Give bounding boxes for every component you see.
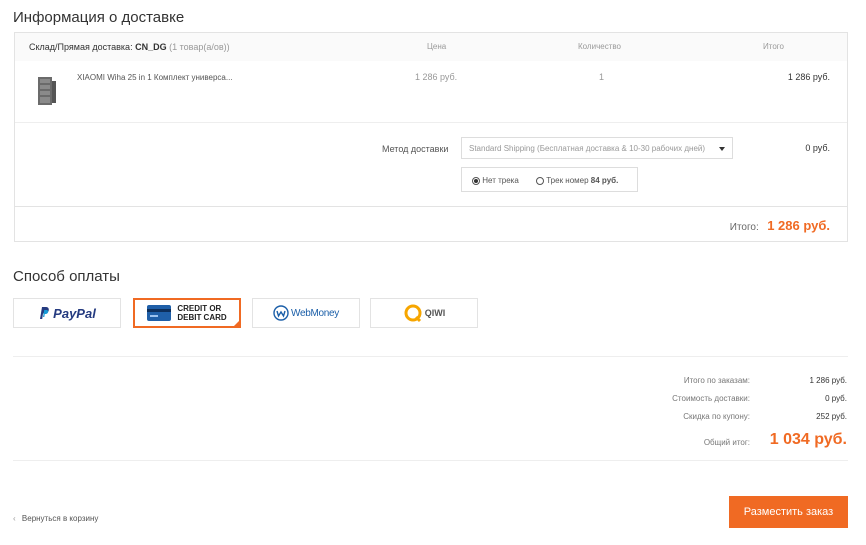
divider <box>15 122 847 123</box>
shipping-method-value: Standard Shipping (Бесплатная доставка &… <box>469 144 706 153</box>
qiwi-label: QIWI <box>424 308 446 318</box>
card-label-line1: CREDIT OR <box>177 304 222 313</box>
paypal-label: PayPal <box>53 305 96 321</box>
column-total: Итого <box>763 42 784 51</box>
delivery-panel: Склад/Прямая доставка: CN_DG (1 товар(а/… <box>14 32 848 242</box>
payment-paypal-button[interactable]: PayPal <box>13 298 121 328</box>
webmoney-label: WebMoney <box>291 307 339 319</box>
delivery-subtotal-label: Итого: <box>729 222 759 233</box>
paypal-icon <box>40 307 49 319</box>
orders-total-value: 1 286 руб. <box>809 376 848 385</box>
grand-total-value: 1 034 руб. <box>769 431 847 448</box>
product-thumbnail[interactable] <box>36 75 58 107</box>
product-quantity: 1 <box>599 72 605 82</box>
coupon-discount-value: 252 руб. <box>816 412 847 421</box>
radio-unselected-icon <box>536 176 544 185</box>
track-option-number-price: 84 руб. <box>590 176 619 185</box>
track-option-none[interactable]: Нет трека <box>472 176 519 185</box>
warehouse-code: CN_DG <box>135 42 167 52</box>
credit-card-icon <box>147 305 172 321</box>
track-option-none-label: Нет трека <box>482 176 519 185</box>
back-to-cart-label: Вернуться в корзину <box>21 514 99 523</box>
shipping-cost-value: 0 руб. <box>825 394 847 403</box>
payment-qiwi-button[interactable]: QIWI <box>370 298 478 328</box>
product-name[interactable]: XIAOMI Wiha 25 in 1 Комплект универса... <box>77 73 233 82</box>
chevron-left-icon: ‹ <box>13 514 16 523</box>
track-option-number-label: Трек номер <box>546 176 589 185</box>
divider <box>13 460 848 461</box>
product-total: 1 286 руб. <box>787 72 830 82</box>
card-label-line2: DEBIT CARD <box>177 313 227 322</box>
warehouse-label: Склад/Прямая доставка: <box>29 42 133 52</box>
place-order-label: Разместить заказ <box>743 506 834 518</box>
shipping-method-label: Метод доставки <box>382 144 449 154</box>
webmoney-icon <box>273 305 289 321</box>
divider <box>15 206 847 207</box>
product-price: 1 286 руб. <box>415 72 458 82</box>
payment-card-button[interactable]: CREDIT OR DEBIT CARD <box>133 298 241 328</box>
tracking-options: Нет трека Трек номер 84 руб. <box>461 167 638 192</box>
delivery-subtotal-value: 1 286 руб. <box>767 218 830 233</box>
payment-title: Способ оплаты <box>13 268 120 285</box>
divider <box>13 356 848 357</box>
grand-total-label: Общий итог: <box>703 438 750 447</box>
shipping-method-select[interactable]: Standard Shipping (Бесплатная доставка &… <box>461 137 733 159</box>
qiwi-icon <box>404 304 422 323</box>
shipping-cost-label: Стоимость доставки: <box>672 394 750 403</box>
chevron-down-icon <box>719 147 725 151</box>
product-image-icon <box>38 77 56 105</box>
shipping-cost: 0 руб. <box>805 143 830 153</box>
column-price: Цена <box>427 42 447 51</box>
radio-selected-icon <box>472 176 480 185</box>
coupon-discount-label: Скидка по купону: <box>683 412 750 421</box>
back-to-cart-link[interactable]: ‹ Вернуться в корзину <box>13 514 98 523</box>
card-label: CREDIT OR DEBIT CARD <box>177 304 226 322</box>
selected-check-icon <box>232 319 241 328</box>
warehouse-count: (1 товар(а/ов)) <box>169 42 230 52</box>
column-quantity: Количество <box>578 42 621 51</box>
warehouse-info: Склад/Прямая доставка: CN_DG (1 товар(а/… <box>29 42 230 52</box>
delivery-title: Информация о доставке <box>13 9 185 26</box>
orders-total-label: Итого по заказам: <box>683 376 750 385</box>
delivery-subtotal: Итого: 1 286 руб. <box>730 217 830 235</box>
place-order-button[interactable]: Разместить заказ <box>729 496 848 528</box>
track-option-number[interactable]: Трек номер 84 руб. <box>536 176 618 185</box>
payment-webmoney-button[interactable]: WebMoney <box>252 298 360 328</box>
